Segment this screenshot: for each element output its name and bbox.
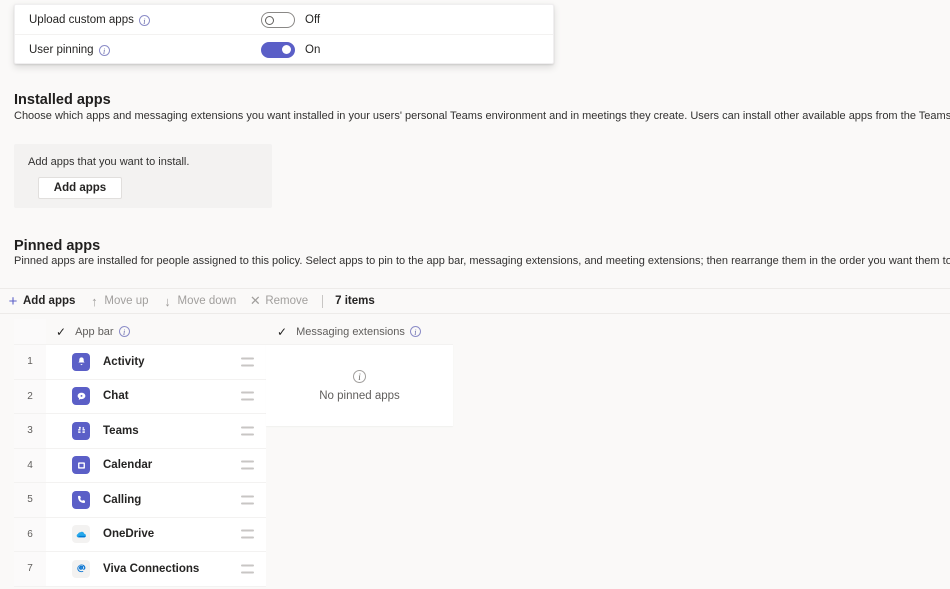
- installed-apps-empty-box: Add apps that you want to install. Add a…: [14, 144, 272, 208]
- installed-apps-description-text: Choose which apps and messaging extensio…: [14, 110, 950, 122]
- table-row[interactable]: 5 Calling: [14, 482, 266, 517]
- pinned-apps-command-bar: + Add apps ↑ Move up ↓ Move down ✕ Remov…: [0, 288, 950, 314]
- setting-label-user-pinning: User pinning i: [29, 44, 110, 56]
- row-app-cell[interactable]: Viva Connections: [46, 552, 266, 586]
- command-remove[interactable]: ✕ Remove: [242, 289, 314, 313]
- app-bar-column-label: App bar: [75, 326, 114, 338]
- info-icon[interactable]: i: [99, 45, 110, 56]
- close-x-icon: ✕: [248, 293, 262, 309]
- row-app-name: Calling: [103, 494, 141, 506]
- onedrive-cloud-icon: [72, 525, 90, 543]
- drag-handle-icon[interactable]: [241, 564, 254, 573]
- activity-bell-icon: [72, 353, 90, 371]
- drag-handle-icon[interactable]: [241, 461, 254, 470]
- row-app-cell[interactable]: Teams: [46, 414, 266, 448]
- toggle-knob: [265, 16, 274, 25]
- pinned-apps-description-text: Pinned apps are installed for people ass…: [14, 255, 950, 267]
- messaging-extensions-column-label: Messaging extensions: [296, 326, 405, 338]
- row-app-name: Activity: [103, 356, 145, 368]
- plus-icon: +: [6, 293, 20, 310]
- toggle-state-upload-custom-apps: Off: [305, 14, 320, 26]
- chat-bubble-icon: [72, 387, 90, 405]
- row-index: 2: [14, 380, 46, 414]
- command-move-up[interactable]: ↑ Move up: [81, 289, 154, 313]
- command-add-apps[interactable]: + Add apps: [0, 289, 81, 313]
- pinned-apps-table: ✓ App bar i 1 Activity 2 Chat 3: [14, 319, 266, 587]
- row-index: 7: [14, 552, 46, 586]
- table-row[interactable]: 3 Teams: [14, 413, 266, 448]
- messaging-extensions-column-header[interactable]: ✓ Messaging extensions i: [266, 319, 453, 344]
- pinned-apps-title: Pinned apps: [14, 238, 100, 254]
- arrow-down-icon: ↓: [161, 294, 175, 309]
- row-app-cell[interactable]: Calendar: [46, 449, 266, 483]
- row-app-name: OneDrive: [103, 528, 154, 540]
- pinned-apps-item-count: 7 items: [335, 295, 375, 307]
- command-move-down-label: Move down: [178, 295, 237, 307]
- row-app-cell[interactable]: OneDrive: [46, 518, 266, 552]
- toggle-knob: [282, 45, 291, 54]
- row-index: 6: [14, 518, 46, 552]
- command-add-apps-label: Add apps: [23, 295, 75, 307]
- setting-row-upload-custom-apps: Upload custom apps i Off: [15, 5, 553, 34]
- setting-row-user-pinning: User pinning i On: [15, 34, 553, 64]
- installed-apps-title: Installed apps: [14, 92, 111, 108]
- info-icon[interactable]: i: [119, 326, 130, 337]
- drag-handle-icon[interactable]: [241, 495, 254, 504]
- checkmark-icon: ✓: [277, 325, 287, 339]
- row-index: 1: [14, 345, 46, 379]
- viva-connections-icon: [72, 560, 90, 578]
- toggle-group-user-pinning: On: [261, 42, 320, 58]
- pinned-apps-table-header: ✓ App bar i: [14, 319, 266, 344]
- drag-handle-icon[interactable]: [241, 357, 254, 366]
- messaging-extensions-column: ✓ Messaging extensions i i No pinned app…: [266, 319, 453, 426]
- app-bar-column-header[interactable]: ✓ App bar i: [46, 319, 266, 344]
- setting-label-text: User pinning: [29, 44, 94, 56]
- row-app-name: Teams: [103, 425, 139, 437]
- setting-label-upload-custom-apps: Upload custom apps i: [29, 14, 150, 26]
- setting-label-text: Upload custom apps: [29, 14, 134, 26]
- teams-icon: [72, 422, 90, 440]
- installed-apps-description: Choose which apps and messaging extensio…: [14, 110, 950, 122]
- arrow-up-icon: ↑: [87, 294, 101, 309]
- toggle-upload-custom-apps[interactable]: [261, 12, 295, 28]
- command-remove-label: Remove: [265, 295, 308, 307]
- pinned-apps-description: Pinned apps are installed for people ass…: [14, 255, 950, 267]
- table-row[interactable]: 1 Activity: [14, 344, 266, 379]
- messaging-extensions-empty-state: i No pinned apps: [266, 344, 453, 426]
- installed-apps-empty-text: Add apps that you want to install.: [28, 156, 189, 168]
- info-icon[interactable]: i: [139, 15, 150, 26]
- table-row[interactable]: 4 Calendar: [14, 448, 266, 483]
- row-app-cell[interactable]: Chat: [46, 380, 266, 414]
- row-app-name: Viva Connections: [103, 563, 199, 575]
- toggle-group-upload-custom-apps: Off: [261, 12, 320, 28]
- index-column-header: [14, 319, 46, 344]
- row-app-cell[interactable]: Calling: [46, 483, 266, 517]
- table-row[interactable]: 6 OneDrive: [14, 517, 266, 552]
- info-icon[interactable]: i: [410, 326, 421, 337]
- row-app-cell[interactable]: Activity: [46, 345, 266, 379]
- drag-handle-icon[interactable]: [241, 530, 254, 539]
- toggle-state-user-pinning: On: [305, 44, 320, 56]
- table-bottom-border: [14, 586, 266, 587]
- command-move-up-label: Move up: [104, 295, 148, 307]
- command-bar-divider: [322, 295, 323, 308]
- row-app-name: Calendar: [103, 459, 152, 471]
- drag-handle-icon[interactable]: [241, 426, 254, 435]
- info-icon: i: [353, 370, 366, 383]
- table-row[interactable]: 7 Viva Connections: [14, 551, 266, 586]
- phone-icon: [72, 491, 90, 509]
- row-index: 3: [14, 414, 46, 448]
- toggle-user-pinning[interactable]: [261, 42, 295, 58]
- row-app-name: Chat: [103, 390, 129, 402]
- drag-handle-icon[interactable]: [241, 392, 254, 401]
- add-apps-button-installed[interactable]: Add apps: [38, 177, 122, 199]
- calendar-icon: [72, 456, 90, 474]
- table-row[interactable]: 2 Chat: [14, 379, 266, 414]
- messaging-extensions-empty-text: No pinned apps: [319, 390, 400, 402]
- app-setup-settings-card: Upload custom apps i Off User pinning i On: [14, 4, 554, 64]
- row-index: 5: [14, 483, 46, 517]
- command-move-down[interactable]: ↓ Move down: [155, 289, 243, 313]
- row-index: 4: [14, 449, 46, 483]
- checkmark-icon: ✓: [56, 325, 66, 339]
